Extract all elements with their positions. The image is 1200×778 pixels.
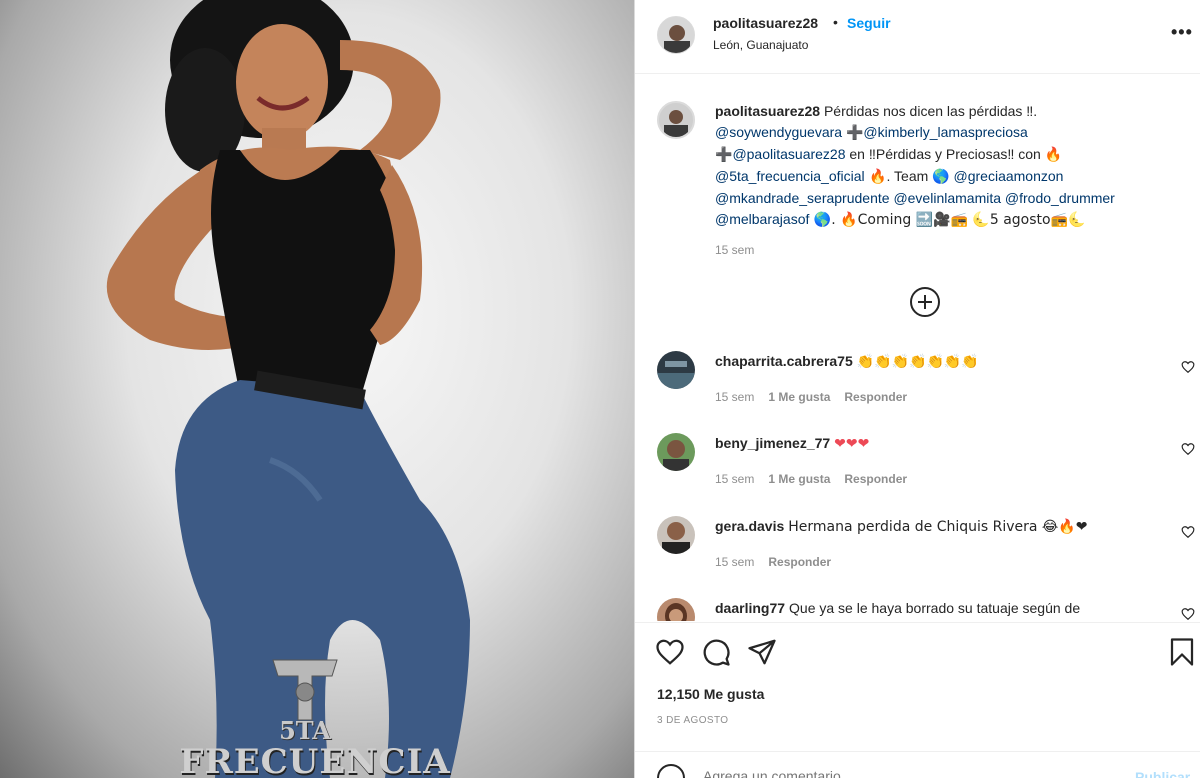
likes-count[interactable]: 12,150 Me gusta <box>657 686 764 702</box>
publish-button[interactable]: Publicar <box>1135 769 1190 778</box>
mention-link[interactable]: @paolitasuarez28 <box>732 146 845 162</box>
comment-item: chaparrita.cabrera75 👏👏👏👏👏👏👏 15 sem 1 Me g… <box>635 351 1200 431</box>
comment-meta: 15 sem Responder <box>715 555 845 569</box>
commenter-avatar[interactable] <box>657 433 695 471</box>
comment-text: gera.davis Hermana perdida de Chiquis Riv… <box>715 518 1087 535</box>
save-bookmark-icon[interactable] <box>1167 637 1197 667</box>
mention-link[interactable]: @5ta_frecuencia_oficial <box>715 168 865 184</box>
commenter-avatar[interactable] <box>657 598 695 621</box>
commenter-username[interactable]: beny_jimenez_77 <box>715 435 830 451</box>
caption-text: . Team <box>886 168 933 184</box>
post-header: paolitasuarez28 • Seguir León, Guanajuat… <box>635 0 1200 74</box>
commenter-username[interactable]: gera.davis <box>715 518 784 534</box>
commenter-username[interactable]: daarling77 <box>715 600 785 616</box>
more-options-icon[interactable]: ••• <box>1171 22 1193 43</box>
caption-text: en ‼Pérdidas y Preciosas‼ con <box>845 146 1045 162</box>
comments-section[interactable]: paolitasuarez28 Pérdidas nos dicen las p… <box>635 75 1200 621</box>
comment-body: Que ya se le haya borrado su tatuaje seg… <box>789 600 1081 616</box>
mention-link[interactable]: @kimberly_lamaspreciosa <box>863 124 1027 140</box>
caption-line1: Pérdidas nos dicen las pérdidas ‼. <box>823 103 1038 119</box>
post-location[interactable]: León, Guanajuato <box>713 38 808 52</box>
comment-body: Hermana perdida de Chiquis Rivera 😂🔥❤ <box>788 519 1088 535</box>
comment-body: ❤❤❤ <box>834 436 870 452</box>
post-photo-illustration <box>106 0 470 778</box>
post-image[interactable]: 5TA FRECUENCIA <box>0 0 634 778</box>
comment-likes[interactable]: 1 Me gusta <box>768 390 830 404</box>
load-more-comments-icon[interactable] <box>910 287 940 317</box>
commenter-avatar[interactable] <box>657 516 695 554</box>
brand-logo-top: 5TA <box>279 716 331 745</box>
globe-emoji: 🌎 <box>809 212 832 228</box>
caption-coming: . 🔥Coming 🔜🎥📻 🌜5 agosto📻🌜 <box>831 212 1086 228</box>
mention-link[interactable]: @frodo_drummer <box>1005 190 1115 206</box>
mention-link[interactable]: @mkandrade_seraprudente <box>715 190 890 206</box>
comment-bubble-icon[interactable] <box>701 637 731 667</box>
comment-meta: 15 sem 1 Me gusta Responder <box>715 472 921 486</box>
fire-emoji: 🔥 <box>1044 147 1063 163</box>
emoji-smile-icon[interactable] <box>657 764 685 778</box>
comment-text: daarling77 Que ya se le haya borrado su t… <box>715 600 1080 616</box>
comment-time[interactable]: 15 sem <box>715 472 754 486</box>
commenter-avatar[interactable] <box>657 351 695 389</box>
add-comment-input[interactable] <box>703 768 1083 778</box>
plus-emoji: ➕ <box>845 125 864 141</box>
author-username[interactable]: paolitasuarez28 <box>713 15 818 31</box>
fire-emoji: 🔥 <box>864 169 887 185</box>
reply-button[interactable]: Responder <box>844 390 907 404</box>
mention-link[interactable]: @soywendyguevara <box>715 124 842 140</box>
brand-logo-bottom: FRECUENCIA <box>179 742 451 778</box>
reply-button[interactable]: Responder <box>768 555 831 569</box>
commenter-username[interactable]: chaparrita.cabrera75 <box>715 353 853 369</box>
post-actions: 12,150 Me gusta 3 DE AGOSTO Publicar <box>635 622 1200 778</box>
follow-button[interactable]: Seguir <box>847 15 891 31</box>
caption-username[interactable]: paolitasuarez28 <box>715 103 820 119</box>
comment-text: chaparrita.cabrera75 👏👏👏👏👏👏👏 <box>715 353 979 370</box>
reply-button[interactable]: Responder <box>844 472 907 486</box>
plus-emoji: ➕ <box>715 147 733 163</box>
comment-meta: 15 sem 1 Me gusta Responder <box>715 390 921 404</box>
caption-timestamp[interactable]: 15 sem <box>715 243 754 257</box>
post-date[interactable]: 3 DE AGOSTO <box>657 715 728 726</box>
post-details-panel: paolitasuarez28 • Seguir León, Guanajuat… <box>634 0 1200 778</box>
like-heart-icon[interactable] <box>655 637 685 667</box>
mention-link[interactable]: @greciaamonzon <box>954 168 1064 184</box>
comment-time[interactable]: 15 sem <box>715 555 754 569</box>
like-comment-heart-icon[interactable] <box>1181 607 1195 621</box>
like-comment-heart-icon[interactable] <box>1181 442 1195 456</box>
comment-text: beny_jimenez_77 ❤❤❤ <box>715 435 869 452</box>
comment-time[interactable]: 15 sem <box>715 390 754 404</box>
comment-item: gera.davis Hermana perdida de Chiquis Riv… <box>635 516 1200 596</box>
globe-emoji: 🌎 <box>932 169 950 185</box>
like-comment-heart-icon[interactable] <box>1181 525 1195 539</box>
comment-likes[interactable]: 1 Me gusta <box>768 472 830 486</box>
like-comment-heart-icon[interactable] <box>1181 360 1195 374</box>
separator-dot: • <box>833 14 838 30</box>
post-caption: paolitasuarez28 Pérdidas nos dicen las p… <box>715 101 1185 231</box>
comment-body: 👏👏👏👏👏👏👏 <box>856 354 979 370</box>
comment-item: beny_jimenez_77 ❤❤❤ 15 sem 1 Me gusta Respo… <box>635 433 1200 513</box>
mention-link[interactable]: @evelinlamamita <box>893 190 1001 206</box>
author-avatar[interactable] <box>657 16 695 54</box>
comment-item: daarling77 Que ya se le haya borrado su t… <box>635 598 1200 621</box>
mention-link[interactable]: @melbarajasof <box>715 211 809 227</box>
caption-avatar[interactable] <box>657 101 695 139</box>
add-comment-row: Publicar <box>635 751 1200 778</box>
share-paper-plane-icon[interactable] <box>747 637 777 667</box>
